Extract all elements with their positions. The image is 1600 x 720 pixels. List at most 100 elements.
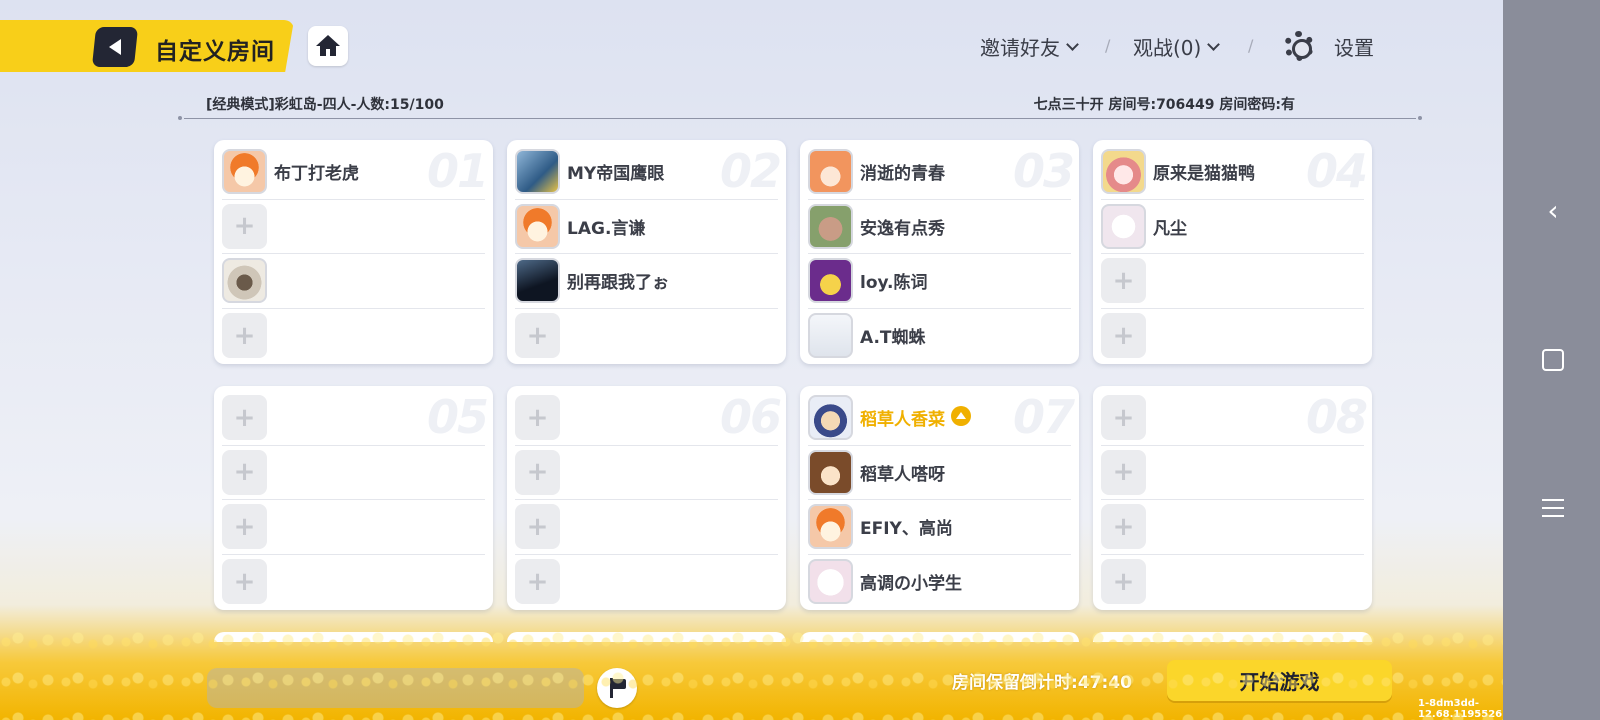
empty-player-slot[interactable]: + <box>1101 555 1364 610</box>
empty-player-slot[interactable]: + <box>222 500 485 555</box>
player-slot: EFIY、高尚 <box>808 500 1071 555</box>
add-player-icon[interactable]: + <box>1101 395 1146 441</box>
separator: / <box>1105 36 1111 55</box>
nav-back-button[interactable]: ‹ <box>1533 190 1573 230</box>
player-slot: 别再跟我了ぉ <box>515 254 778 309</box>
add-player-icon[interactable]: + <box>222 449 267 495</box>
team-card-08: 08 + + + + <box>1093 386 1372 610</box>
player-name: LAG.言谦 <box>567 218 646 239</box>
empty-player-slot[interactable]: + <box>1101 309 1364 364</box>
player-slot: loy.陈词 <box>808 254 1071 309</box>
back-arrow-icon <box>109 39 121 55</box>
avatar[interactable] <box>222 258 267 304</box>
add-player-icon[interactable]: + <box>515 504 560 550</box>
invite-friends-dropdown[interactable]: 邀请好友 <box>980 32 1079 61</box>
avatar[interactable] <box>808 313 853 359</box>
add-player-icon[interactable]: + <box>222 504 267 550</box>
empty-player-slot[interactable]: + <box>222 446 485 500</box>
player-slot <box>222 254 485 309</box>
player-name: 原来是猫猫鸭 <box>1153 164 1255 185</box>
empty-player-slot[interactable]: + <box>1101 254 1364 309</box>
game-background: 自定义房间 邀请好友 / 观战(0) / 设置 [经典模式]彩虹岛-四人-人数:… <box>0 0 1503 720</box>
player-slot: 高调の小学生 <box>808 555 1071 610</box>
empty-player-slot[interactable]: + <box>222 309 485 364</box>
add-player-icon[interactable]: + <box>1101 258 1146 304</box>
player-slot: A.T蜘蛛 <box>808 309 1071 364</box>
team-card-05: 05 + + + + <box>214 386 493 610</box>
add-player-icon[interactable]: + <box>515 313 560 359</box>
empty-player-slot[interactable]: + <box>1101 500 1364 555</box>
room-mode-info: [经典模式]彩虹岛-四人-人数:15/100 <box>206 97 444 113</box>
empty-player-slot[interactable]: + <box>1101 391 1364 446</box>
avatar[interactable] <box>808 559 853 605</box>
empty-player-slot[interactable]: + <box>515 555 778 610</box>
add-player-icon[interactable]: + <box>1101 449 1146 495</box>
avatar[interactable] <box>808 258 853 304</box>
add-player-icon[interactable]: + <box>1101 559 1146 605</box>
avatar[interactable] <box>222 149 267 195</box>
host-crown-icon <box>951 405 971 426</box>
add-player-icon[interactable]: + <box>1101 313 1146 359</box>
add-player-icon[interactable]: + <box>515 395 560 441</box>
player-slot: 安逸有点秀 <box>808 200 1071 254</box>
add-player-icon[interactable]: + <box>1101 504 1146 550</box>
player-name: loy.陈词 <box>860 273 928 294</box>
flag-button[interactable] <box>597 668 637 708</box>
chevron-down-icon <box>1066 37 1079 51</box>
avatar[interactable] <box>515 203 560 249</box>
chevron-left-icon: ‹ <box>1547 193 1559 227</box>
square-icon <box>1542 349 1564 371</box>
empty-player-slot[interactable]: + <box>515 309 778 364</box>
empty-player-slot[interactable]: + <box>515 391 778 446</box>
player-name: 凡尘 <box>1153 218 1187 239</box>
team-card-partial <box>1093 632 1372 642</box>
player-name: 安逸有点秀 <box>860 218 945 239</box>
team-card-03: 03 消逝的青春 安逸有点秀 loy.陈词 A.T蜘蛛 <box>800 140 1079 364</box>
nav-recents-button[interactable] <box>1533 488 1573 528</box>
spectate-dropdown[interactable]: 观战(0) <box>1133 32 1221 61</box>
team-card-07: 07 稻草人香菜 稻草人嗒呀 EFIY、高尚 高调の小学生 <box>800 386 1079 610</box>
empty-player-slot[interactable]: + <box>222 200 485 254</box>
player-name: 消逝的青春 <box>860 164 945 185</box>
avatar[interactable] <box>515 149 560 195</box>
add-player-icon[interactable]: + <box>222 203 267 249</box>
avatar[interactable] <box>808 203 853 249</box>
separator: / <box>1248 36 1254 55</box>
empty-player-slot[interactable]: + <box>515 500 778 555</box>
avatar[interactable] <box>808 395 853 441</box>
avatar[interactable] <box>808 149 853 195</box>
page-title: 自定义房间 <box>155 39 275 65</box>
back-button[interactable] <box>91 27 139 67</box>
add-player-icon[interactable]: + <box>222 313 267 359</box>
avatar[interactable] <box>1101 203 1146 249</box>
empty-player-slot[interactable]: + <box>222 391 485 446</box>
player-name: A.T蜘蛛 <box>860 328 926 349</box>
avatar[interactable] <box>515 258 560 304</box>
flag-icon <box>608 678 626 698</box>
add-player-icon[interactable]: + <box>515 559 560 605</box>
player-slot: LAG.言谦 <box>515 200 778 254</box>
chat-input[interactable] <box>207 668 584 708</box>
settings-button[interactable]: 设置 <box>1334 32 1374 61</box>
home-button[interactable] <box>308 26 348 66</box>
system-navigation-bar: ‹ <box>1503 0 1600 720</box>
gear-icon[interactable] <box>1284 31 1314 61</box>
player-slot: 原来是猫猫鸭 <box>1101 145 1364 200</box>
add-player-icon[interactable]: + <box>515 449 560 495</box>
empty-player-slot[interactable]: + <box>515 446 778 500</box>
team-card-04: 04 原来是猫猫鸭 凡尘 + + <box>1093 140 1372 364</box>
add-player-icon[interactable]: + <box>222 559 267 605</box>
nav-home-button[interactable] <box>1533 340 1573 380</box>
avatar[interactable] <box>808 504 853 550</box>
empty-player-slot[interactable]: + <box>1101 446 1364 500</box>
player-slot: 稻草人嗒呀 <box>808 446 1071 500</box>
avatar[interactable] <box>808 449 853 495</box>
player-slot: 稻草人香菜 <box>808 391 1071 446</box>
player-name: 高调の小学生 <box>860 574 962 595</box>
empty-player-slot[interactable]: + <box>222 555 485 610</box>
add-player-icon[interactable]: + <box>222 395 267 441</box>
start-game-button[interactable]: 开始游戏 <box>1167 660 1392 701</box>
player-name: 稻草人香菜 <box>860 410 945 431</box>
player-name: EFIY、高尚 <box>860 519 953 540</box>
avatar[interactable] <box>1101 149 1146 195</box>
